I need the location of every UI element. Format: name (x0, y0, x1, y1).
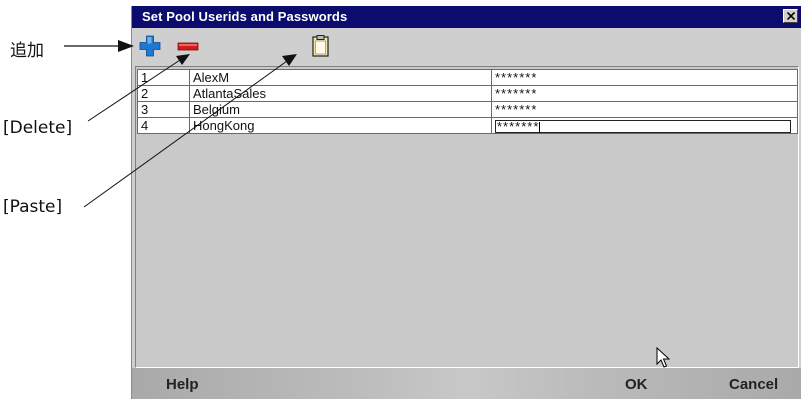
password-input-value: ******* (497, 119, 540, 134)
table-row[interactable]: 1 AlexM ******* (137, 69, 798, 86)
dialog-titlebar[interactable]: Set Pool Userids and Passwords (132, 6, 801, 28)
cancel-button[interactable]: Cancel (729, 376, 778, 393)
toolbar (132, 28, 801, 66)
password-cell[interactable]: ******* (491, 69, 798, 86)
row-number: 4 (137, 116, 190, 135)
userid-cell[interactable]: HongKong (189, 116, 492, 135)
delete-button[interactable] (176, 34, 202, 58)
add-callout-label: 追加 (10, 41, 44, 61)
userid-cell[interactable]: Belgium (189, 101, 492, 118)
userid-cell[interactable]: AtlantaSales (189, 85, 492, 102)
ok-button[interactable]: OK (625, 376, 648, 393)
close-button[interactable] (783, 9, 798, 23)
minus-icon (177, 42, 199, 51)
button-bar: Help OK Cancel (132, 368, 801, 399)
delete-callout-label: [Delete] (3, 118, 73, 138)
userid-cell[interactable]: AlexM (189, 69, 492, 86)
paste-callout-label: [Paste] (3, 197, 63, 217)
row-number: 1 (137, 69, 190, 86)
paste-button[interactable] (309, 34, 335, 58)
password-input[interactable]: ******* (495, 120, 791, 133)
row-number: 3 (137, 101, 190, 118)
table-row[interactable]: 2 AtlantaSales ******* (137, 85, 798, 102)
userid-grid: 1 AlexM ******* 2 AtlantaSales ******* 3… (135, 66, 799, 368)
clipboard-icon (312, 35, 329, 57)
dialog-title: Set Pool Userids and Passwords (142, 9, 348, 24)
password-cell[interactable]: ******* (491, 85, 798, 102)
userid-table: 1 AlexM ******* 2 AtlantaSales ******* 3… (137, 69, 798, 135)
plus-icon (139, 35, 161, 57)
table-row[interactable]: 3 Belgium ******* (137, 101, 798, 118)
password-editing-cell[interactable]: ******* (491, 116, 798, 135)
help-button[interactable]: Help (166, 376, 199, 393)
password-cell[interactable]: ******* (491, 101, 798, 118)
add-button[interactable] (138, 34, 164, 58)
row-number: 2 (137, 85, 190, 102)
table-row[interactable]: 4 HongKong ******* (137, 116, 798, 135)
close-icon (787, 12, 795, 20)
mouse-pointer-icon (656, 347, 670, 368)
text-caret (539, 122, 541, 133)
pool-userids-dialog: Set Pool Userids and Passwords 1 AlexM *… (131, 6, 801, 399)
